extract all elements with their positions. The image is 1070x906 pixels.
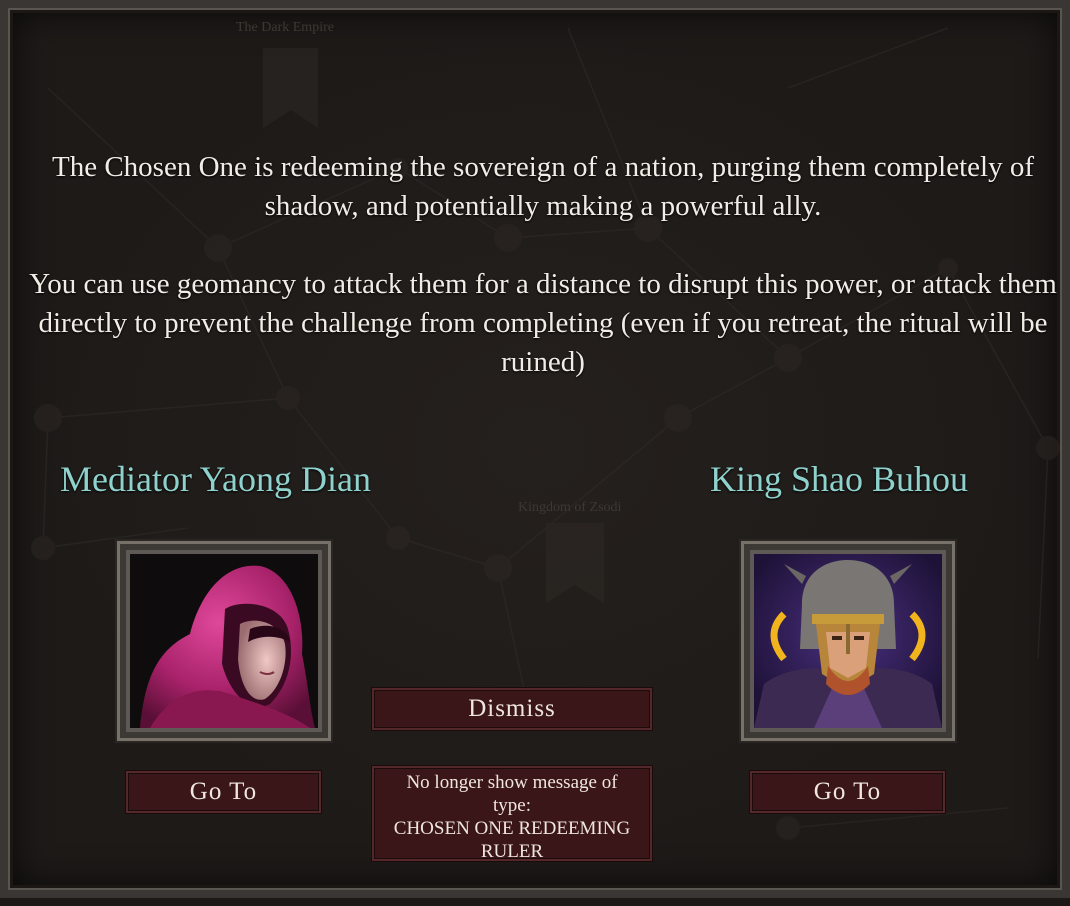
event-description-paragraph-1: The Chosen One is redeeming the sovereig… bbox=[52, 151, 1034, 222]
event-popup-frame: The Dark Empire Kingdom of Zsodi The Cho… bbox=[0, 0, 1070, 898]
map-label-kingdom-zsodi: Kingdom of Zsodi bbox=[518, 500, 622, 515]
mute-message-line-3: CHOSEN ONE REDEEMING bbox=[393, 818, 631, 839]
right-character-name: King Shao Buhou bbox=[710, 459, 969, 499]
left-character-portrait[interactable] bbox=[117, 541, 331, 741]
right-character-portrait[interactable] bbox=[741, 541, 955, 741]
mute-message-type-button[interactable]: No longer show message of type: CHOSEN O… bbox=[372, 766, 652, 862]
mute-message-line-1: No longer show message of bbox=[406, 772, 618, 793]
hooded-woman-portrait-icon bbox=[140, 565, 315, 728]
mute-message-line-4: RULER bbox=[480, 841, 544, 862]
dismiss-button[interactable]: Dismiss bbox=[372, 688, 652, 730]
left-go-to-button[interactable]: Go To bbox=[126, 771, 321, 813]
horned-helmet-king-portrait-icon bbox=[754, 554, 942, 728]
event-description-paragraph-2: You can use geomancy to attack them for … bbox=[29, 268, 1057, 378]
left-character-name: Mediator Yaong Dian bbox=[60, 459, 371, 499]
right-go-to-button[interactable]: Go To bbox=[750, 771, 945, 813]
map-label-dark-empire: The Dark Empire bbox=[236, 20, 334, 35]
mute-message-line-2: type: bbox=[493, 795, 531, 816]
